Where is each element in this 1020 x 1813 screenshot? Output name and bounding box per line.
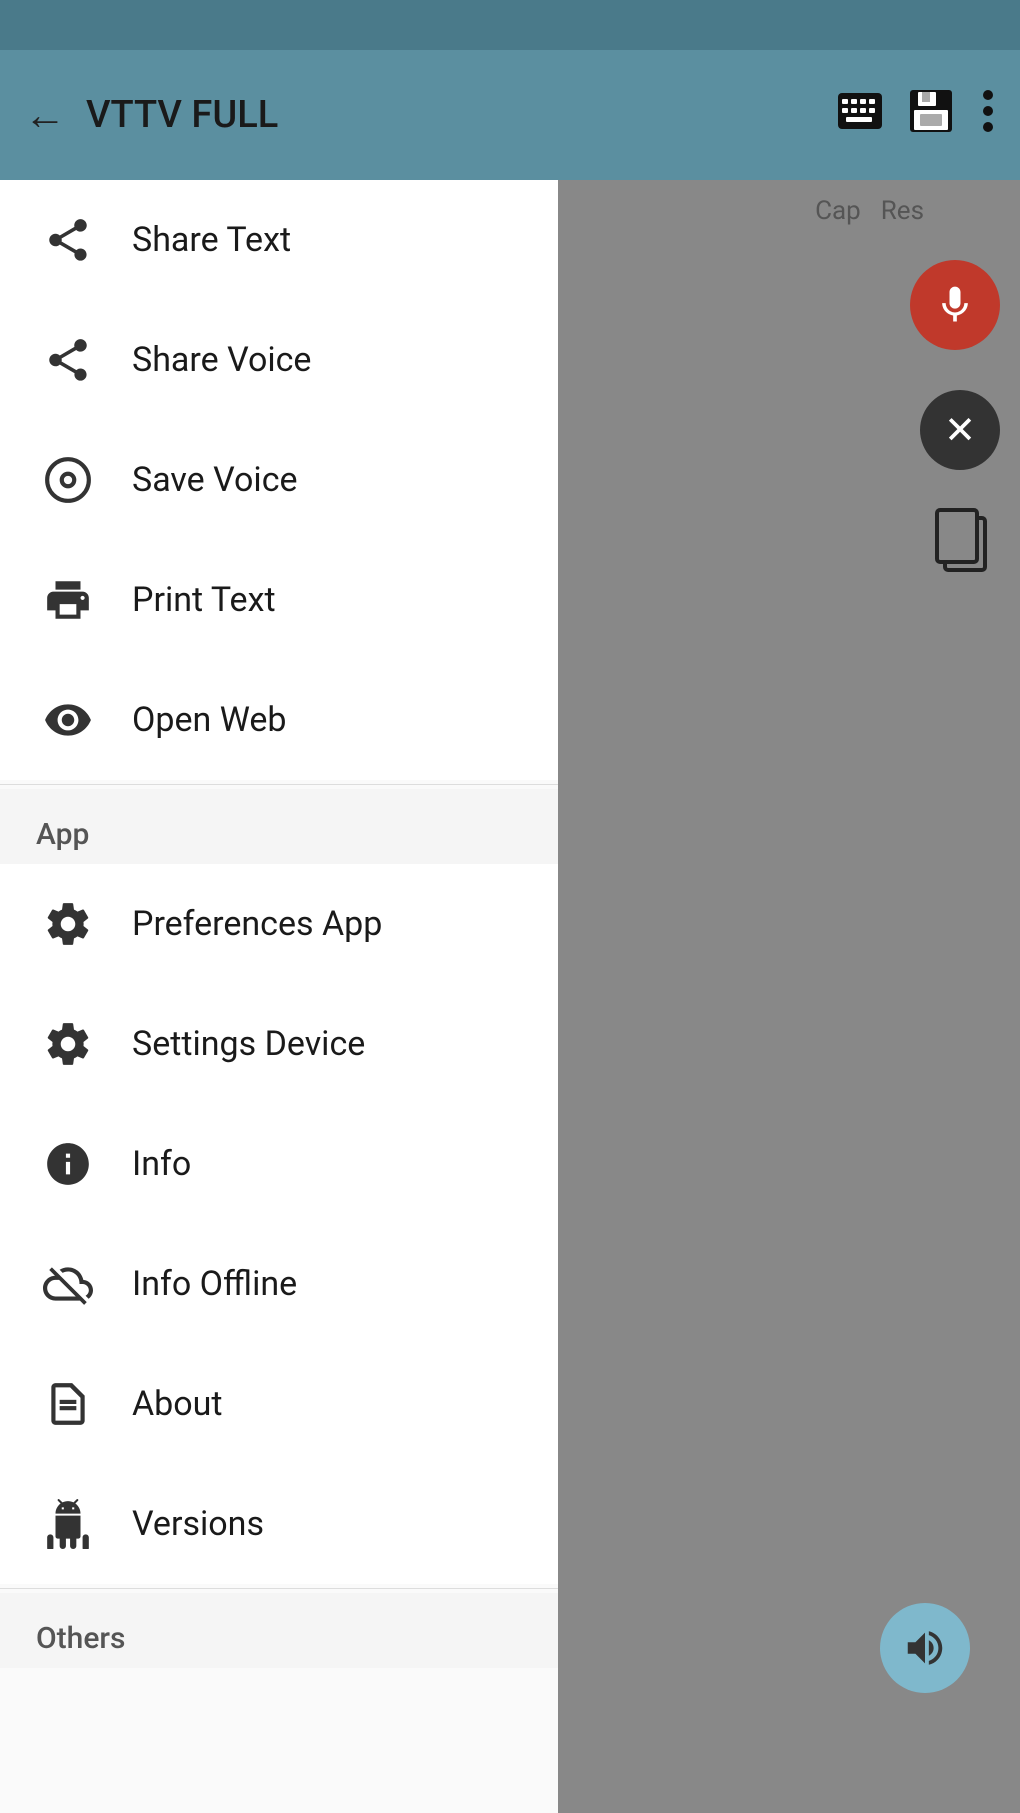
drawer-menu: Share Text Share Voice Save Voice <box>0 180 558 1813</box>
cloud-off-icon <box>36 1252 100 1316</box>
mic-button[interactable] <box>910 260 1000 350</box>
share-voice-icon <box>36 328 100 392</box>
tab-labels: Cap Res <box>799 180 940 242</box>
about-label: About <box>132 1384 223 1424</box>
share-text-icon <box>36 208 100 272</box>
mic-icon <box>933 283 977 327</box>
divider-2 <box>0 1588 558 1589</box>
open-web-label: Open Web <box>132 700 287 740</box>
print-text-label: Print Text <box>132 580 276 620</box>
copy-icon <box>935 508 990 573</box>
cap-tab[interactable]: Cap <box>815 196 861 226</box>
about-icon <box>36 1372 100 1436</box>
versions-label: Versions <box>132 1504 264 1544</box>
info-offline-label: Info Offline <box>132 1264 297 1304</box>
status-bar <box>0 0 1020 50</box>
main-content: Cap Res ✕ <box>0 180 1020 1813</box>
menu-item-settings-device[interactable]: Settings Device <box>0 984 558 1104</box>
menu-item-share-text[interactable]: Share Text <box>0 180 558 300</box>
speaker-icon <box>902 1625 948 1671</box>
right-panel: Cap Res ✕ <box>555 180 1020 1813</box>
save-voice-icon <box>36 448 100 512</box>
share-text-label: Share Text <box>132 220 291 260</box>
menu-item-versions[interactable]: Versions <box>0 1464 558 1584</box>
keyboard-icon[interactable] <box>838 93 882 138</box>
preferences-app-label: Preferences App <box>132 904 382 944</box>
app-title: VTTV FULL <box>86 93 818 137</box>
divider-1 <box>0 784 558 785</box>
speaker-button[interactable] <box>880 1603 970 1693</box>
menu-item-about[interactable]: About <box>0 1344 558 1464</box>
android-icon <box>36 1492 100 1556</box>
settings-device-icon <box>36 1012 100 1076</box>
menu-item-save-voice[interactable]: Save Voice <box>0 420 558 540</box>
menu-item-share-voice[interactable]: Share Voice <box>0 300 558 420</box>
app-toolbar: ← VTTV FULL <box>0 50 1020 180</box>
section-others-header: Others <box>0 1593 558 1668</box>
menu-item-print-text[interactable]: Print Text <box>0 540 558 660</box>
preferences-app-icon <box>36 892 100 956</box>
menu-item-open-web[interactable]: Open Web <box>0 660 558 780</box>
info-label: Info <box>132 1144 191 1184</box>
copy-button[interactable] <box>925 500 1000 580</box>
save-voice-label: Save Voice <box>132 460 298 500</box>
save-icon[interactable] <box>910 90 952 141</box>
menu-item-info-offline[interactable]: Info Offline <box>0 1224 558 1344</box>
toolbar-actions <box>838 87 996 144</box>
print-icon <box>36 568 100 632</box>
section-app-header: App <box>0 789 558 864</box>
res-tab[interactable]: Res <box>881 196 924 226</box>
menu-item-info[interactable]: Info <box>0 1104 558 1224</box>
close-button[interactable]: ✕ <box>920 390 1000 470</box>
eye-icon <box>36 688 100 752</box>
settings-device-label: Settings Device <box>132 1024 365 1064</box>
menu-item-preferences-app[interactable]: Preferences App <box>0 864 558 984</box>
more-options-icon[interactable] <box>980 87 996 144</box>
back-button[interactable]: ← <box>24 91 66 140</box>
info-icon <box>36 1132 100 1196</box>
share-voice-label: Share Voice <box>132 340 311 380</box>
